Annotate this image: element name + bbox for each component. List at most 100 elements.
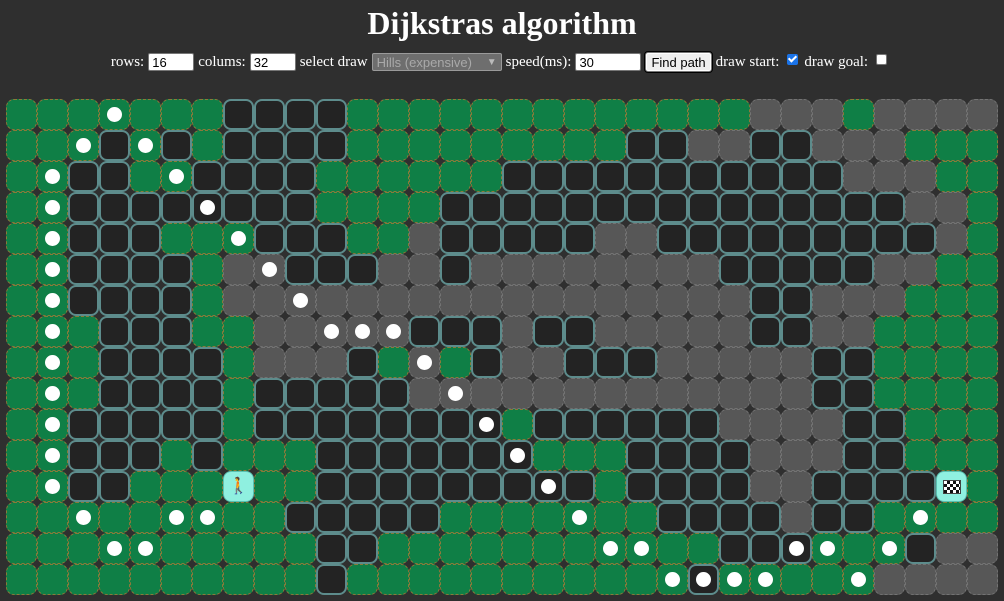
grid-cell-wall[interactable] [657,192,688,223]
grid-cell-grass[interactable] [68,347,99,378]
grid-cell-hill[interactable] [595,285,626,316]
grid-cell-hill[interactable] [254,347,285,378]
grid-cell-grass[interactable] [595,440,626,471]
grid-cell-wall[interactable] [378,409,409,440]
grid-cell-hill[interactable] [533,285,564,316]
grid-cell-wall[interactable] [719,502,750,533]
grid-cell-hill[interactable] [719,409,750,440]
grid-cell-wall[interactable] [843,471,874,502]
grid-cell-wall[interactable] [471,347,502,378]
grid-cell-wall[interactable] [781,316,812,347]
grid-cell-wall[interactable] [99,223,130,254]
grid-cell-wall[interactable] [316,223,347,254]
grid-cell-grass[interactable] [68,130,99,161]
grid-cell-wall[interactable] [874,192,905,223]
grid-cell-wall[interactable] [161,316,192,347]
grid-cell-wall[interactable] [781,254,812,285]
grid-cell-grass[interactable] [161,502,192,533]
grid-cell-grass[interactable] [68,316,99,347]
grid-cell-hill[interactable] [781,99,812,130]
grid-cell-wall[interactable] [68,471,99,502]
grid-cell-wall[interactable] [223,130,254,161]
grid-cell-grass[interactable] [316,161,347,192]
grid-cell-hill[interactable] [967,99,998,130]
grid-cell-start[interactable]: 🚶 [223,471,254,502]
grid-cell-wall[interactable] [347,378,378,409]
grid-cell-grass[interactable] [626,533,657,564]
grid-cell-grass[interactable] [68,533,99,564]
grid-cell-hill[interactable] [874,564,905,595]
grid-cell-grass[interactable] [440,502,471,533]
grid-cell-wall[interactable] [254,223,285,254]
grid-cell-wall[interactable] [812,471,843,502]
grid-cell-wall[interactable] [719,254,750,285]
grid-cell-grass[interactable] [502,409,533,440]
grid-cell-wall[interactable] [161,378,192,409]
grid-cell-grass[interactable] [936,440,967,471]
grid-cell-wall[interactable] [254,192,285,223]
grid-cell-grass[interactable] [595,502,626,533]
grid-cell-grass[interactable] [223,316,254,347]
grid-cell-wall[interactable] [719,440,750,471]
grid-cell-grass[interactable] [6,161,37,192]
grid-cell-wall[interactable] [440,409,471,440]
grid-cell-hill[interactable] [254,285,285,316]
grid-cell-wall[interactable] [285,502,316,533]
grid-cell-wall[interactable] [68,440,99,471]
grid-cell-wall[interactable] [161,192,192,223]
grid-cell-wall[interactable] [750,254,781,285]
grid-cell-grass[interactable] [285,440,316,471]
grid-cell-hill[interactable] [409,378,440,409]
grid-cell-wall[interactable] [378,471,409,502]
grid-cell-wall[interactable] [533,223,564,254]
grid-cell-grass[interactable] [471,502,502,533]
grid-cell-wall[interactable] [688,192,719,223]
grid-cell-hill[interactable] [533,378,564,409]
grid-cell-grass[interactable] [440,533,471,564]
grid-cell-wall[interactable] [130,316,161,347]
grid-cell-wall[interactable] [843,440,874,471]
grid-cell-grass[interactable] [99,502,130,533]
grid-cell-wall[interactable] [316,378,347,409]
grid-cell-grass[interactable] [533,502,564,533]
grid-cell-wall[interactable] [843,378,874,409]
grid-cell-hill[interactable] [316,285,347,316]
grid-cell-hill[interactable] [223,254,254,285]
speed-input[interactable] [575,53,642,71]
grid-cell-grass[interactable] [440,347,471,378]
grid-cell-grass[interactable] [37,130,68,161]
grid-cell-wall[interactable] [626,347,657,378]
grid-cell-grass[interactable] [409,130,440,161]
grid-cell-wall[interactable] [595,347,626,378]
grid-cell-grass[interactable] [502,502,533,533]
grid-cell-hill[interactable] [812,316,843,347]
grid-cell-hill[interactable] [936,533,967,564]
grid-cell-grass[interactable] [37,533,68,564]
grid-cell-grass[interactable] [192,502,223,533]
grid-cell-grass[interactable] [936,285,967,316]
grid-cell-grass[interactable] [285,471,316,502]
grid-cell-wall[interactable] [750,533,781,564]
grid-cell-grass[interactable] [378,564,409,595]
grid-cell-grass[interactable] [37,285,68,316]
grid-cell-grass[interactable] [409,192,440,223]
grid-cell-grass[interactable] [626,502,657,533]
grid-cell-grass[interactable] [6,378,37,409]
grid-cell-wall[interactable] [161,285,192,316]
grid-cell-grass[interactable] [254,471,285,502]
grid-cell-wall[interactable] [564,471,595,502]
grid-cell-grass[interactable] [471,564,502,595]
grid-cell-wall[interactable] [409,409,440,440]
grid-cell-grass[interactable] [37,564,68,595]
grid-cell-wall[interactable] [99,254,130,285]
grid-cell-hill[interactable] [905,254,936,285]
grid-cell-wall[interactable] [285,409,316,440]
grid-cell-grass[interactable] [595,533,626,564]
grid-cell-grass[interactable] [223,409,254,440]
grid-cell-wall[interactable] [440,471,471,502]
grid-cell-grass[interactable] [564,440,595,471]
grid-cell-wall[interactable] [192,192,223,223]
grid-cell-wall[interactable] [750,130,781,161]
grid-cell-grass[interactable] [843,99,874,130]
grid-cell-hill[interactable] [564,285,595,316]
